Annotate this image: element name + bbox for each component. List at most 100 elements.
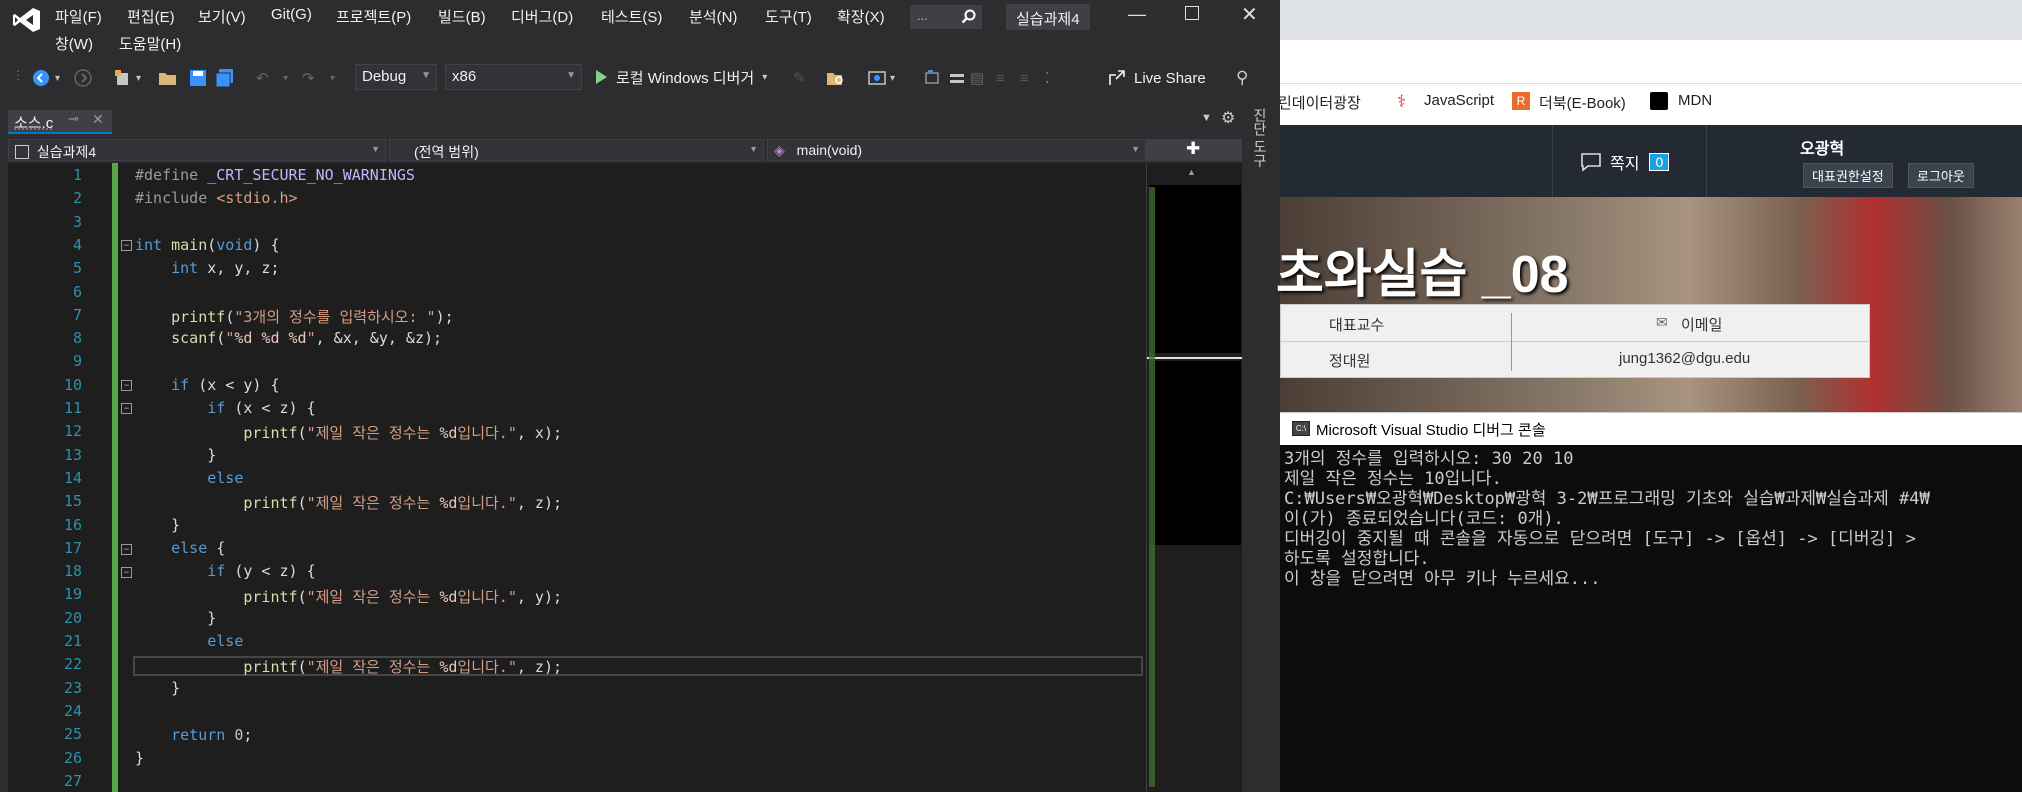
redo-dropdown-icon[interactable]: ▾: [330, 66, 335, 90]
menu-debug[interactable]: 디버그(D): [511, 6, 573, 27]
code-line: printf("제일 작은 정수는 %d입니다.", z);: [243, 658, 563, 676]
split-window-button[interactable]: ✚: [1146, 139, 1242, 161]
new-dropdown-icon[interactable]: ▾: [136, 66, 141, 90]
pin-icon[interactable]: ⊸: [68, 111, 79, 127]
professor-email[interactable]: jung1362@dgu.edu: [1619, 350, 1750, 367]
save-icon[interactable]: [189, 66, 207, 90]
collapse-icon[interactable]: −: [121, 403, 132, 414]
find-in-files-icon[interactable]: [826, 66, 846, 90]
minimap-viewport[interactable]: [1149, 361, 1241, 545]
comment-icon[interactable]: ≡: [996, 66, 1005, 90]
step-icon[interactable]: [924, 66, 942, 90]
menu-project[interactable]: 프로젝트(P): [336, 6, 411, 27]
menu-git[interactable]: Git(G): [271, 6, 312, 23]
code-line: scanf("%d %d %d", &x, &y, &z);: [171, 329, 443, 347]
menu-edit[interactable]: 편집(E): [127, 6, 175, 27]
collapse-icon[interactable]: −: [121, 380, 132, 391]
redo-icon[interactable]: ↷: [302, 66, 315, 90]
settings-gear-icon[interactable]: ⚙: [1221, 108, 1235, 128]
line-number: 13: [63, 446, 82, 464]
platform-dropdown[interactable]: x86 ▼: [445, 64, 582, 90]
bookmark-prev-icon[interactable]: ▤: [970, 66, 984, 90]
toolbar-overflow-icon[interactable]: ⁚: [1045, 66, 1050, 90]
open-folder-icon[interactable]: [158, 66, 178, 90]
save-all-icon[interactable]: [215, 66, 235, 90]
menu-build[interactable]: 빌드(B): [438, 6, 486, 27]
console-title-bar: C:\ Microsoft Visual Studio 디버그 콘솔: [1280, 412, 2022, 445]
menu-test[interactable]: 테스트(S): [601, 6, 662, 27]
start-debugging-label: 로컬 Windows 디버거: [616, 69, 755, 87]
line-number: 15: [63, 492, 82, 510]
new-project-icon[interactable]: [114, 66, 132, 90]
live-share-button[interactable]: Live Share: [1108, 66, 1206, 90]
document-tab-strip: [0, 110, 1242, 134]
course-title: 초와실습 _08: [1276, 246, 1569, 304]
start-debugging-button[interactable]: 로컬 Windows 디버거 ▾: [594, 64, 767, 90]
side-tool-strip: 진단 도구: [1242, 98, 1280, 792]
message-button[interactable]: 쪽지 0: [1580, 150, 1670, 174]
scope-dropdown[interactable]: (전역 범위) ▼: [389, 139, 764, 161]
line-number: 9: [72, 352, 82, 370]
bookmark-icon[interactable]: [948, 66, 966, 90]
search-box[interactable]: ...: [910, 5, 982, 29]
bookmark-javascript[interactable]: JavaScript: [1424, 92, 1494, 109]
debug-console-window: C:\ Microsoft Visual Studio 디버그 콘솔 3개의 정…: [1280, 412, 2022, 792]
forward-icon[interactable]: [74, 66, 92, 90]
visual-studio-logo-icon: [13, 8, 40, 32]
menu-view[interactable]: 보기(V): [198, 6, 246, 27]
menu-window[interactable]: 창(W): [55, 33, 93, 54]
diagnostic-tools-tab[interactable]: 진단 도구: [1250, 108, 1270, 168]
logout-button[interactable]: 로그아웃: [1908, 163, 1974, 188]
back-icon[interactable]: [32, 66, 50, 90]
message-count-badge: 0: [1649, 153, 1670, 171]
hot-reload-icon[interactable]: ✎: [793, 66, 806, 90]
screenshot-dropdown-icon[interactable]: ▾: [890, 66, 895, 90]
close-tab-icon[interactable]: ✕: [92, 111, 104, 128]
code-line: #include <stdio.h>: [135, 189, 298, 207]
bookmark-open-data[interactable]: 린데이터광장: [1278, 92, 1361, 113]
line-number: 27: [63, 772, 82, 790]
divider: [1552, 125, 1553, 197]
member-dropdown[interactable]: ◈ main(void) ▼: [767, 139, 1146, 161]
delegate-permission-button[interactable]: 대표권한설정: [1803, 163, 1893, 188]
menu-help[interactable]: 도움말(H): [119, 33, 181, 54]
line-number: 21: [63, 632, 82, 650]
scrollbar-minimap[interactable]: ▲: [1146, 163, 1243, 792]
tab-list-dropdown-icon[interactable]: ▼: [1201, 112, 1212, 124]
undo-icon[interactable]: ↶: [256, 66, 269, 90]
line-number: 23: [63, 679, 82, 697]
screenshot-icon[interactable]: [868, 66, 888, 90]
back-dropdown-icon[interactable]: ▾: [55, 66, 60, 90]
collapse-icon[interactable]: −: [121, 567, 132, 578]
search-placeholder: ...: [917, 8, 928, 23]
undo-dropdown-icon[interactable]: ▾: [283, 66, 288, 90]
scroll-up-icon[interactable]: ▲: [1187, 167, 1196, 177]
change-tracking-bar: [112, 163, 118, 792]
menu-tools[interactable]: 도구(T): [765, 6, 812, 27]
maximize-button[interactable]: [1185, 6, 1199, 20]
browser-tab-bar: [1280, 0, 2022, 40]
menu-file[interactable]: 파일(F): [55, 6, 102, 27]
uncomment-icon[interactable]: ≡: [1020, 66, 1029, 90]
user-name: 오광혁: [1800, 141, 1845, 158]
feedback-icon[interactable]: ⚲: [1236, 66, 1248, 90]
bookmark-the-book[interactable]: 더북(E-Book): [1539, 92, 1626, 113]
project-dropdown[interactable]: 실습과제4 ▼: [8, 139, 386, 161]
line-number: 16: [63, 516, 82, 534]
envelope-icon: ✉: [1656, 314, 1668, 330]
collapse-icon[interactable]: −: [121, 240, 132, 251]
chevron-down-icon: ▼: [566, 70, 576, 81]
code-line: printf("3개의 정수를 입력하시오: ");: [171, 308, 454, 326]
line-number: 22: [63, 655, 82, 673]
tab-label: 소스.c: [14, 115, 54, 132]
menu-analyze[interactable]: 분석(N): [689, 6, 737, 27]
close-button[interactable]: ✕: [1241, 2, 1258, 27]
line-number: 2: [72, 189, 82, 207]
configuration-value: Debug: [362, 68, 407, 85]
configuration-dropdown[interactable]: Debug ▼: [355, 64, 437, 90]
collapse-icon[interactable]: −: [121, 544, 132, 555]
minimize-button[interactable]: —: [1128, 4, 1146, 25]
bookmark-mdn[interactable]: MDN: [1678, 92, 1712, 109]
menu-extensions[interactable]: 확장(X): [837, 6, 885, 27]
tab-source-c[interactable]: 소스.c ⊸ ✕: [8, 110, 112, 134]
